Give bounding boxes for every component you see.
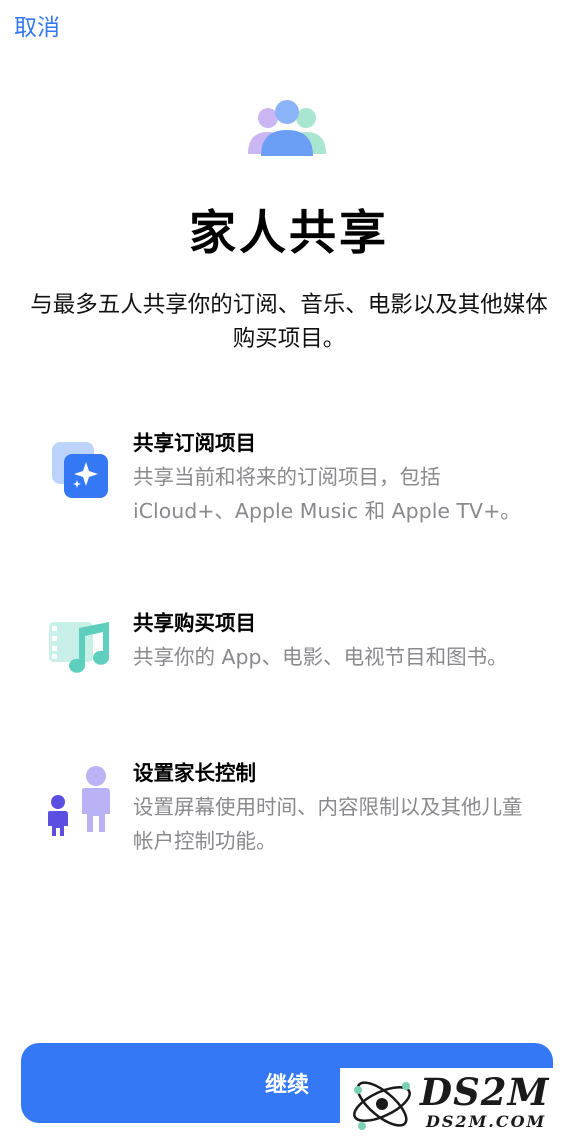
page-title: 家人共享 [189,206,389,261]
feature-description: 共享你的 App、电影、电视节目和图书。 [133,645,508,669]
family-sharing-screen: 取消 家人共享 与最多五人共享你的订阅、音乐、电影以及其他媒体购买项目。 共享订… [0,0,578,1137]
atom-logo-icon [353,1081,411,1130]
watermark-logo: DS2M DS2M.COM [340,1068,578,1137]
family-icon [246,98,328,158]
watermark-url: DS2M.COM [426,1112,547,1131]
feature-title: 共享购买项目 [133,611,256,635]
watermark-text: DS2M [420,1070,550,1114]
page-subtitle: 与最多五人共享你的订阅、音乐、电影以及其他媒体购买项目。 [30,292,548,352]
feature-description: 共享当前和将来的订阅项目，包括iCloud+、Apple Music 和 App… [133,465,521,523]
purchases-icon [47,618,113,676]
feature-title: 设置家长控制 [133,761,256,785]
cancel-button[interactable]: 取消 [14,8,60,42]
parental-controls-icon [44,764,114,844]
feature-description: 设置屏幕使用时间、内容限制以及其他儿童帐户控制功能。 [133,795,523,853]
feature-title: 共享订阅项目 [133,431,256,455]
subscriptions-icon [50,440,110,500]
